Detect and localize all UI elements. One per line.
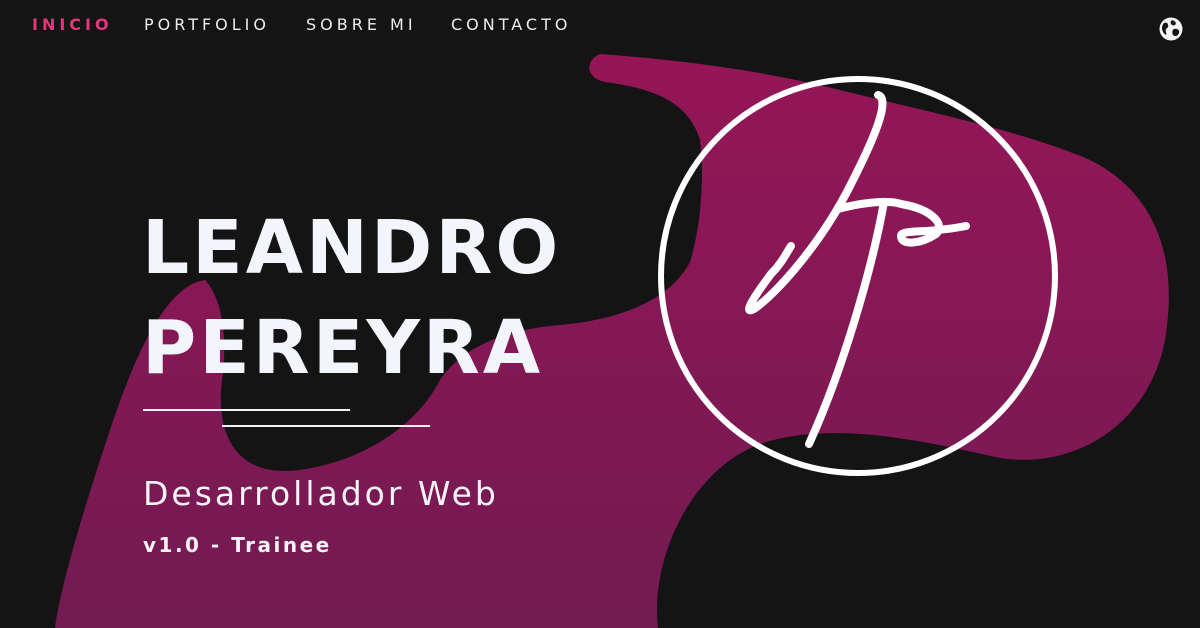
name-last: PEREYRA: [142, 305, 544, 391]
divider-line-bottom: [222, 425, 430, 427]
hero-name: LEANDRO PEREYRA: [142, 198, 662, 398]
divider-line-top: [143, 409, 350, 411]
version-label: v1.0 - Trainee: [143, 533, 332, 557]
lp-monogram-logo: [658, 76, 1058, 476]
nav-contacto[interactable]: CONTACTO: [451, 15, 571, 34]
nav-inicio[interactable]: INICIO: [32, 15, 113, 34]
nav-portfolio[interactable]: PORTFOLIO: [144, 15, 270, 34]
role-title: Desarrollador Web: [143, 474, 499, 513]
nav-sobre-mi[interactable]: SOBRE MI: [306, 15, 417, 34]
name-first: LEANDRO: [142, 205, 562, 291]
globe-icon[interactable]: [1158, 16, 1184, 42]
main-nav: INICIO PORTFOLIO SOBRE MI CONTACTO: [0, 0, 1200, 52]
